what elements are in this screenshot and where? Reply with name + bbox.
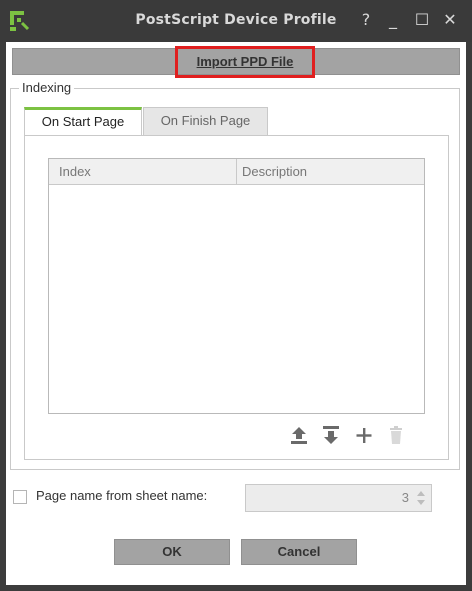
- column-header-index[interactable]: Index: [49, 159, 237, 184]
- help-button[interactable]: ?: [355, 8, 377, 32]
- ok-button[interactable]: OK: [114, 539, 230, 565]
- close-button[interactable]: ✕: [439, 8, 461, 32]
- title-bar[interactable]: PostScript Device Profile ? _ ☐ ✕: [0, 0, 472, 42]
- page-name-checkbox[interactable]: [13, 490, 27, 504]
- dialog-body: Import PPD File Indexing On Start Page O…: [6, 42, 466, 585]
- minimize-icon: _: [389, 10, 397, 29]
- import-ppd-button[interactable]: Import PPD File: [12, 46, 460, 78]
- maximize-icon: ☐: [414, 10, 430, 29]
- page-name-label: Page name from sheet name:: [36, 488, 208, 503]
- spin-arrows-icon[interactable]: [416, 490, 426, 506]
- minimize-button[interactable]: _: [382, 8, 404, 32]
- tab-on-start-page[interactable]: On Start Page: [24, 107, 142, 136]
- column-header-description[interactable]: Description: [237, 159, 424, 184]
- close-icon: ✕: [443, 10, 457, 29]
- spinbox-value: 3: [401, 490, 409, 505]
- upload-icon[interactable]: [288, 424, 310, 446]
- maximize-button[interactable]: ☐: [411, 8, 433, 32]
- download-icon[interactable]: [320, 424, 342, 446]
- import-ppd-label[interactable]: Import PPD File: [175, 46, 315, 78]
- trash-icon: [390, 426, 402, 444]
- tab-on-finish-page[interactable]: On Finish Page: [143, 107, 268, 136]
- tab-panel: Index Description: [24, 135, 449, 460]
- help-icon: ?: [361, 10, 371, 29]
- plus-icon[interactable]: [353, 424, 375, 446]
- indexing-legend: Indexing: [19, 80, 75, 95]
- table-header: Index Description: [49, 159, 424, 185]
- indexing-group: Indexing On Start Page On Finish Page In…: [10, 80, 460, 470]
- cancel-button[interactable]: Cancel: [241, 539, 357, 565]
- index-table[interactable]: Index Description: [48, 158, 425, 414]
- page-name-spinbox[interactable]: 3: [245, 484, 432, 512]
